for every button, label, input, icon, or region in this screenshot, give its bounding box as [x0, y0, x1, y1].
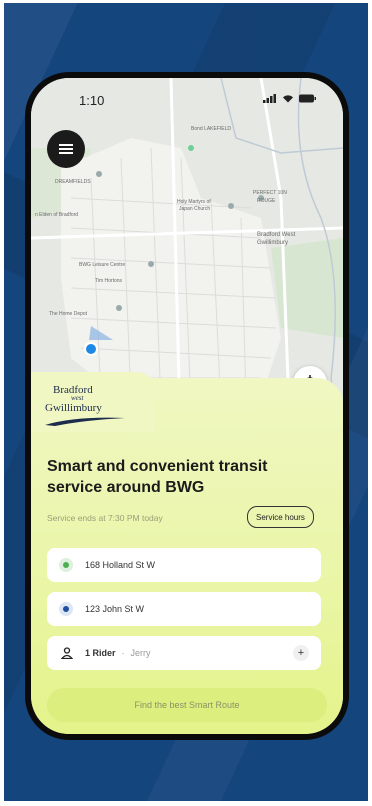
map-label: PERFECT 10N — [253, 190, 287, 196]
rider-separator: · — [121, 648, 125, 658]
map-label: Bradford West — [257, 232, 296, 238]
battery-icon — [299, 94, 316, 103]
map-label: Gwillimbury — [257, 240, 289, 246]
hamburger-icon — [59, 144, 73, 154]
map-label: n Elden of Bradford — [35, 212, 79, 218]
service-hours-button[interactable]: Service hours — [247, 506, 314, 528]
phone-frame: Bond LAKEFIELD PERFECT 10N ROUGE Holy Ma… — [25, 72, 349, 740]
map-label: DREAMFIELDS — [55, 179, 91, 185]
rider-count: 1 Rider — [85, 648, 116, 658]
add-rider-button[interactable]: + — [293, 645, 309, 661]
menu-button[interactable] — [47, 130, 85, 168]
logo-swoosh-icon — [45, 417, 125, 426]
rider-name: Jerry — [130, 648, 151, 658]
find-route-button[interactable]: Find the best Smart Route — [47, 688, 327, 722]
map-label: BWG Leisure Centre — [79, 262, 126, 268]
map-label: Bond LAKEFIELD — [191, 126, 232, 132]
page-title: Smart and convenient transit service aro… — [47, 458, 268, 496]
wifi-icon — [283, 95, 293, 103]
dropoff-field[interactable]: 123 John St W — [47, 592, 321, 626]
bwg-logo: Bradford west Gwillimbury — [31, 372, 155, 432]
dropoff-dot-icon — [59, 602, 73, 616]
person-icon — [61, 647, 73, 659]
signal-icon — [263, 94, 276, 103]
status-time: 1:10 — [79, 93, 105, 108]
pickup-field[interactable]: 168 Holland St W — [47, 548, 321, 582]
rider-selector[interactable]: 1 Rider · Jerry + — [47, 636, 321, 670]
map-label: Japan Church — [179, 206, 211, 212]
phone-screen: Bond LAKEFIELD PERFECT 10N ROUGE Holy Ma… — [31, 78, 343, 734]
map-label: ROUGE — [257, 198, 276, 204]
service-end-time: Service ends at 7:30 PM today — [47, 513, 163, 523]
pickup-dot-icon — [59, 558, 73, 572]
map-label: Tim Hortons — [95, 278, 123, 284]
map-label: The Home Depot — [49, 311, 88, 317]
map-label: Holy Martyrs of — [177, 199, 211, 205]
status-icons — [263, 94, 317, 103]
